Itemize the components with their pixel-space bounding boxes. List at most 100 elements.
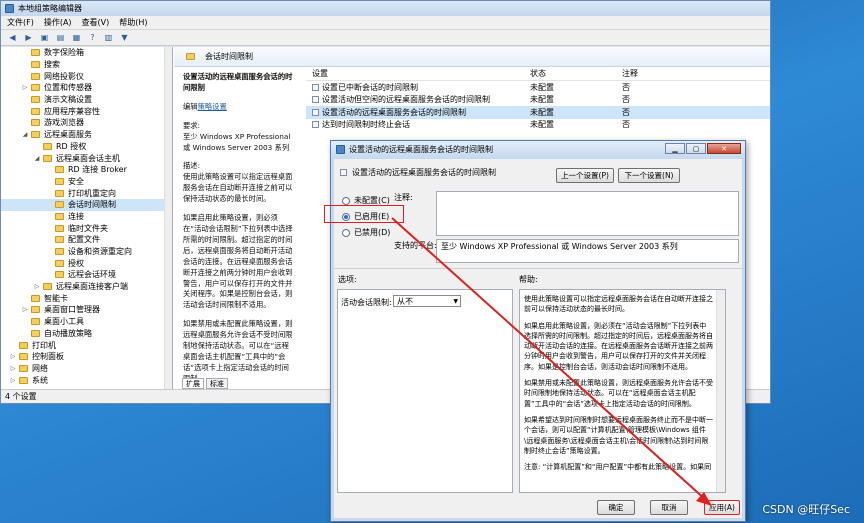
tree-scrollbar[interactable] — [164, 47, 172, 389]
description-label: 描述: — [183, 161, 201, 171]
policy-icon — [312, 83, 319, 91]
table-row[interactable]: 设置活动的远程桌面服务会话的时间限制 未配置 否 — [306, 106, 770, 119]
tree-item[interactable]: 自动播放策略 — [1, 328, 172, 340]
column-comment[interactable]: 注释 — [616, 68, 676, 79]
session-limit-select[interactable]: 从不 ▼ — [393, 295, 461, 307]
tree-item[interactable]: 搜索 — [1, 59, 172, 71]
help-p2: 如果启用此策略设置，则必须在“活动会话限制”下拉列表中选择所需的时间限制。超过指… — [524, 321, 713, 371]
tree-item[interactable]: 网络投影仪 — [1, 70, 172, 82]
tree-item[interactable]: 打印机 — [1, 339, 172, 351]
column-setting[interactable]: 设置 — [306, 68, 524, 79]
list-header: 设置 状态 注释 — [306, 67, 770, 81]
expander-icon[interactable]: ▷ — [9, 353, 17, 360]
navigation-tree: 数字保险箱 搜索 网络投影仪 ▷ 位置和传感器 演示文稿设置 应用程序兼容性 游戏浏览器 ◢ 远程… — [1, 47, 173, 389]
comment-textarea[interactable] — [436, 191, 739, 236]
folder-icon — [19, 341, 28, 349]
properties-icon[interactable]: ▥ — [103, 32, 114, 43]
folder-icon — [43, 154, 52, 162]
tree-item[interactable]: 打印机重定向 — [1, 187, 172, 199]
tree-item[interactable]: ◢ 远程桌面服务 — [1, 129, 172, 141]
options-panel: 活动会话限制: 从不 ▼ — [337, 289, 513, 493]
menu-file[interactable]: 文件(F) — [7, 17, 34, 28]
apply-button[interactable]: 应用(A) — [704, 500, 740, 515]
policy-dialog: 设置活动的远程桌面服务会话的时间限制 ▁ ▢ ✕ 设置活动的远程桌面服务会话的时… — [324, 140, 746, 522]
expander-icon[interactable]: ◢ — [21, 131, 29, 138]
tree-item[interactable]: ▷ 控制面板 — [1, 351, 172, 363]
session-limit-value: 从不 — [397, 296, 413, 306]
tree-item[interactable]: 连接 — [1, 211, 172, 223]
tree-item[interactable]: 游戏浏览器 — [1, 117, 172, 129]
radio-not-configured-dot[interactable] — [342, 196, 350, 205]
tree-item[interactable]: ▷ 系统 — [1, 374, 172, 386]
setting-name: 达到时间限制时终止会话 — [322, 120, 410, 130]
maximize-icon[interactable]: ▢ — [686, 143, 706, 154]
next-setting-button[interactable]: 下一个设置(N) — [618, 168, 680, 183]
menu-view[interactable]: 查看(V) — [82, 17, 110, 28]
expander-icon[interactable]: ▷ — [9, 365, 17, 372]
expander-icon[interactable]: ▷ — [33, 283, 41, 290]
tree-item[interactable]: ▷ 网络 — [1, 363, 172, 375]
tree-item[interactable]: 远程会话环境 — [1, 269, 172, 281]
policy-icon — [312, 108, 319, 116]
tab-standard[interactable]: 标准 — [206, 378, 228, 389]
tree-item[interactable]: 演示文稿设置 — [1, 94, 172, 106]
tree-item[interactable]: 配置文件 — [1, 234, 172, 246]
tree-item[interactable]: 临时文件夹 — [1, 222, 172, 234]
tree-item[interactable]: RD 连接 Broker — [1, 164, 172, 176]
tree-item[interactable]: 应用程序兼容性 — [1, 105, 172, 117]
folder-icon — [55, 189, 64, 197]
minimize-icon[interactable]: ▁ — [665, 143, 685, 154]
tree-item[interactable]: RD 授权 — [1, 141, 172, 153]
tab-extended[interactable]: 扩展 — [182, 378, 204, 389]
help-scrollbar[interactable] — [716, 290, 725, 492]
comment-cell: 否 — [622, 107, 630, 117]
show-hide-tree-icon[interactable]: ▤ — [55, 32, 66, 43]
tree-item[interactable]: 安全 — [1, 176, 172, 188]
previous-setting-button[interactable]: 上一个设置(P) — [556, 168, 614, 183]
menu-action[interactable]: 操作(A) — [44, 17, 72, 28]
edit-policy-link[interactable]: 策略设置 — [198, 102, 227, 111]
tree-item[interactable]: 智能卡 — [1, 292, 172, 304]
radio-disabled[interactable]: 已禁用(D) — [342, 227, 390, 238]
help-p3: 如果禁用或未配置此策略设置，则远程桌面服务允许会话不受时间限制地保持活动状态。可… — [524, 379, 713, 408]
expander-icon[interactable]: ▷ — [21, 306, 29, 313]
tree-item[interactable]: 设备和资源重定向 — [1, 246, 172, 258]
expander-icon[interactable]: ▷ — [9, 377, 17, 384]
tree-item[interactable]: ▷ 位置和传感器 — [1, 82, 172, 94]
expander-icon[interactable]: ▷ — [21, 84, 29, 91]
tree-item[interactable]: ▷ 远程桌面连接客户端 — [1, 281, 172, 293]
supported-platforms-text: 至少 Windows XP Professional 或 Windows Ser… — [441, 242, 678, 251]
tree-item[interactable]: 数字保险箱 — [1, 47, 172, 59]
back-icon[interactable]: ◀ — [7, 32, 18, 43]
folder-icon — [55, 177, 64, 185]
table-row[interactable]: 达到时间限制时终止会话 未配置 否 — [306, 119, 770, 132]
folder-icon — [43, 283, 52, 291]
tree-item[interactable]: 授权 — [1, 257, 172, 269]
tree-item-label: 桌面小工具 — [44, 317, 84, 327]
tree-item[interactable]: 会话时间限制 — [1, 198, 172, 211]
close-icon[interactable]: ✕ — [707, 143, 741, 154]
table-row[interactable]: 设置活动但空闲的远程桌面服务会话的时间限制 未配置 否 — [306, 94, 770, 107]
description-p1: 使用此策略设置可以指定远程桌面服务会话在自动断开连接之前可以保持活动状态的最长时… — [183, 172, 293, 204]
radio-disabled-dot[interactable] — [342, 228, 350, 237]
filter-icon[interactable]: ▼ — [119, 32, 130, 43]
tree-item[interactable]: 桌面小工具 — [1, 316, 172, 328]
folder-icon — [55, 271, 64, 279]
tree-item[interactable]: ▷ 桌面窗口管理器 — [1, 304, 172, 316]
setting-cell: 设置已中断会话的时间限制 — [306, 82, 524, 93]
edit-line: 编辑策略设置 — [183, 102, 296, 113]
up-folder-icon[interactable]: ▣ — [39, 32, 50, 43]
ok-button[interactable]: 确定 — [597, 500, 635, 515]
column-state[interactable]: 状态 — [524, 68, 616, 79]
folder-icon — [31, 119, 40, 127]
forward-icon[interactable]: ▶ — [23, 32, 34, 43]
cancel-button[interactable]: 取消 — [650, 500, 688, 515]
help-icon[interactable]: ? — [87, 32, 98, 43]
expander-icon[interactable]: ◢ — [33, 155, 41, 162]
export-list-icon[interactable]: ▦ — [71, 32, 82, 43]
table-row[interactable]: 设置已中断会话的时间限制 未配置 否 — [306, 81, 770, 94]
tree-item-label: 授权 — [68, 258, 84, 268]
menu-help[interactable]: 帮助(H) — [119, 17, 147, 28]
tree-item[interactable]: ◢ 远程桌面会话主机 — [1, 152, 172, 164]
divider — [334, 268, 744, 269]
